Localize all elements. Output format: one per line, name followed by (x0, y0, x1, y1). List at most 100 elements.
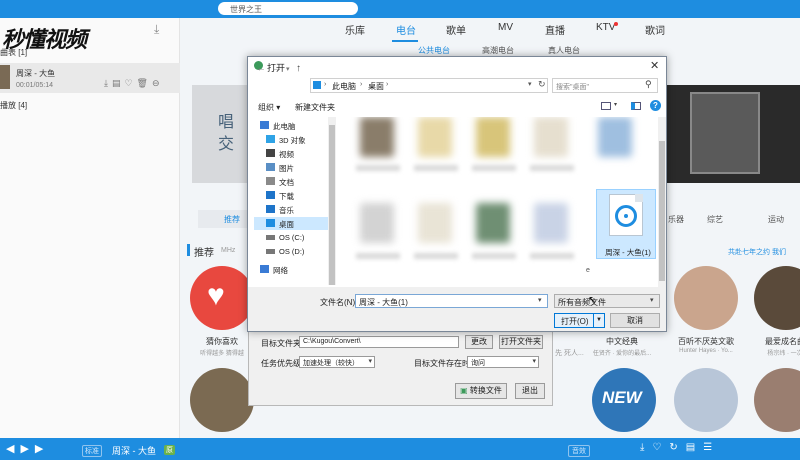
guess-you-like-circle[interactable]: ♥ (190, 266, 254, 330)
change-folder-button[interactable]: 更改 (465, 335, 493, 349)
exists-select[interactable]: 询问 ▾ (467, 356, 539, 368)
song-row-title: 周深 - 大鱼 (16, 69, 56, 78)
search-input[interactable]: 搜索"桌面" (552, 78, 658, 93)
navigation-pane: 此电脑 3D 对象 视频 图片 文档 下载 音乐 桌面 OS (C:) OS (… (254, 117, 336, 287)
tree-drive-c[interactable]: OS (C:) (254, 231, 336, 244)
tree-desktop[interactable]: 桌面 (254, 217, 336, 230)
priority-select[interactable]: 加速处理（较快） ▾ (299, 356, 375, 368)
mouse-cursor-icon: ↖ (588, 295, 597, 306)
target-folder-field[interactable]: C:\Kugou\Convert\ (299, 336, 459, 348)
quality-badge[interactable]: 标准 (82, 445, 102, 457)
preview-pane-icon[interactable] (631, 102, 641, 110)
playback-controls[interactable]: ◀▶▶ (6, 442, 49, 455)
convert-button[interactable]: ▣ 转换文件 (455, 383, 507, 399)
filename-dropdown-icon[interactable]: ▾ (538, 296, 542, 304)
radio-circle[interactable] (754, 368, 800, 432)
tree-pictures[interactable]: 图片 (254, 161, 336, 174)
blurred-file[interactable] (360, 203, 394, 243)
recent-label[interactable]: 播放 [4] (0, 100, 27, 111)
tab-radio[interactable]: 电台 (396, 22, 416, 37)
view-mode-icon[interactable] (601, 102, 611, 110)
radio-circle[interactable] (190, 368, 254, 432)
priority-label: 任务优先级 (261, 359, 301, 368)
player-extra-controls[interactable]: ⤓♡↻▤☰ (640, 442, 720, 453)
blurred-file[interactable] (534, 203, 568, 243)
computer-icon (260, 121, 269, 129)
refresh-icon[interactable]: ↻ (538, 79, 546, 90)
tree-music[interactable]: 音乐 (254, 203, 336, 216)
tree-documents[interactable]: 文档 (254, 175, 336, 188)
filetype-select[interactable]: 所有音频文件 (554, 294, 660, 308)
blurred-label (530, 253, 574, 259)
history-dropdown-icon[interactable]: ▾ (286, 65, 290, 73)
view-dropdown-icon[interactable]: ▾ (614, 101, 617, 108)
tab-mv[interactable]: MV (498, 22, 513, 33)
search-icon[interactable]: ⚲ (645, 79, 652, 90)
favorites-label[interactable]: 曲表 [1] (0, 47, 27, 58)
category-instrument[interactable]: 乐器 (668, 214, 684, 225)
file-scrollbar-thumb[interactable] (659, 141, 665, 281)
nav-scrollbar-thumb[interactable] (329, 125, 335, 285)
tree-downloads[interactable]: 下载 (254, 189, 336, 202)
tab-library[interactable]: 乐库 (345, 22, 365, 37)
tree-this-pc[interactable]: 此电脑 (254, 119, 336, 132)
forward-arrow-icon[interactable]: → (272, 63, 282, 74)
new-radio-circle[interactable]: NEW (592, 368, 656, 432)
open-split-dropdown-icon[interactable]: ▼ (594, 313, 605, 328)
promo-link[interactable]: 共赴七年之约 我们 (728, 247, 786, 257)
top-search-input[interactable]: 世界之王 (218, 2, 358, 15)
new-folder-button[interactable]: 新建文件夹 (295, 102, 335, 113)
filetype-dropdown-icon[interactable]: ▾ (650, 296, 654, 304)
tree-network[interactable]: 网络 (254, 263, 336, 276)
category-sports[interactable]: 运动 (768, 214, 784, 225)
back-arrow-icon[interactable]: ← (256, 63, 266, 74)
blurred-file[interactable] (476, 117, 510, 157)
open-folder-button[interactable]: 打开文件夹 (499, 335, 543, 349)
sound-effect-badge[interactable]: 音效 (568, 445, 590, 457)
subtab-real-radio[interactable]: 真人电台 (548, 45, 580, 56)
blurred-file[interactable] (418, 203, 452, 243)
tree-videos[interactable]: 视频 (254, 147, 336, 160)
open-button[interactable]: 打开(O) (554, 313, 594, 328)
breadcrumb-this-pc[interactable]: 此电脑 (332, 81, 356, 92)
tree-3d-objects[interactable]: 3D 对象 (254, 133, 336, 146)
tab-ktv[interactable]: KTV (596, 22, 615, 33)
subtab-public-radio[interactable]: 公共电台 (418, 45, 450, 56)
file-label-fragment: e (586, 267, 590, 274)
category-variety[interactable]: 综艺 (707, 214, 723, 225)
tree-drive-d[interactable]: OS (D:) (254, 245, 336, 258)
now-playing-title[interactable]: 周深 - 大鱼 (112, 444, 156, 457)
drive-icon (266, 249, 275, 254)
subtab-climax-radio[interactable]: 高潮电台 (482, 45, 514, 56)
blurred-file[interactable] (534, 117, 568, 157)
cancel-button[interactable]: 取消 (610, 313, 660, 328)
address-dropdown-icon[interactable]: ▾ (528, 80, 532, 88)
category-recommend[interactable]: 推荐 (224, 214, 240, 225)
up-arrow-icon[interactable]: ↑ (296, 63, 301, 74)
organize-menu[interactable]: 组织 ▾ (258, 102, 280, 113)
file-corner (635, 194, 643, 202)
blurred-file[interactable] (598, 117, 632, 157)
close-icon[interactable]: ✕ (650, 59, 659, 72)
breadcrumb-desktop[interactable]: 桌面 (368, 81, 384, 92)
song-row-actions[interactable]: ⤓▤♡🗑⊖ (104, 78, 164, 89)
top-title-bar (0, 0, 800, 18)
tab-lyrics[interactable]: 歌词 (645, 22, 665, 37)
filename-input[interactable]: 周深 - 大鱼(1) (355, 294, 548, 308)
help-icon[interactable]: ? (650, 100, 661, 111)
english-songs-circle[interactable] (674, 266, 738, 330)
picture-icon (266, 163, 275, 171)
radio-circle[interactable] (674, 368, 738, 432)
recommend-title: 推荐 (194, 248, 214, 259)
famous-songs-circle[interactable] (754, 266, 800, 330)
exit-button[interactable]: 退出 (515, 383, 545, 399)
blurred-file[interactable] (476, 203, 510, 243)
target-folder-label: 目标文件夹 (261, 339, 301, 348)
tab-playlists[interactable]: 歌单 (446, 22, 466, 37)
tab-live[interactable]: 直播 (545, 22, 565, 37)
download-icon[interactable]: ⤓ (154, 22, 159, 37)
dialog-title-bar[interactable] (248, 57, 666, 75)
original-tag: 原 (164, 445, 175, 455)
blurred-file[interactable] (360, 117, 394, 157)
blurred-file[interactable] (418, 117, 452, 157)
